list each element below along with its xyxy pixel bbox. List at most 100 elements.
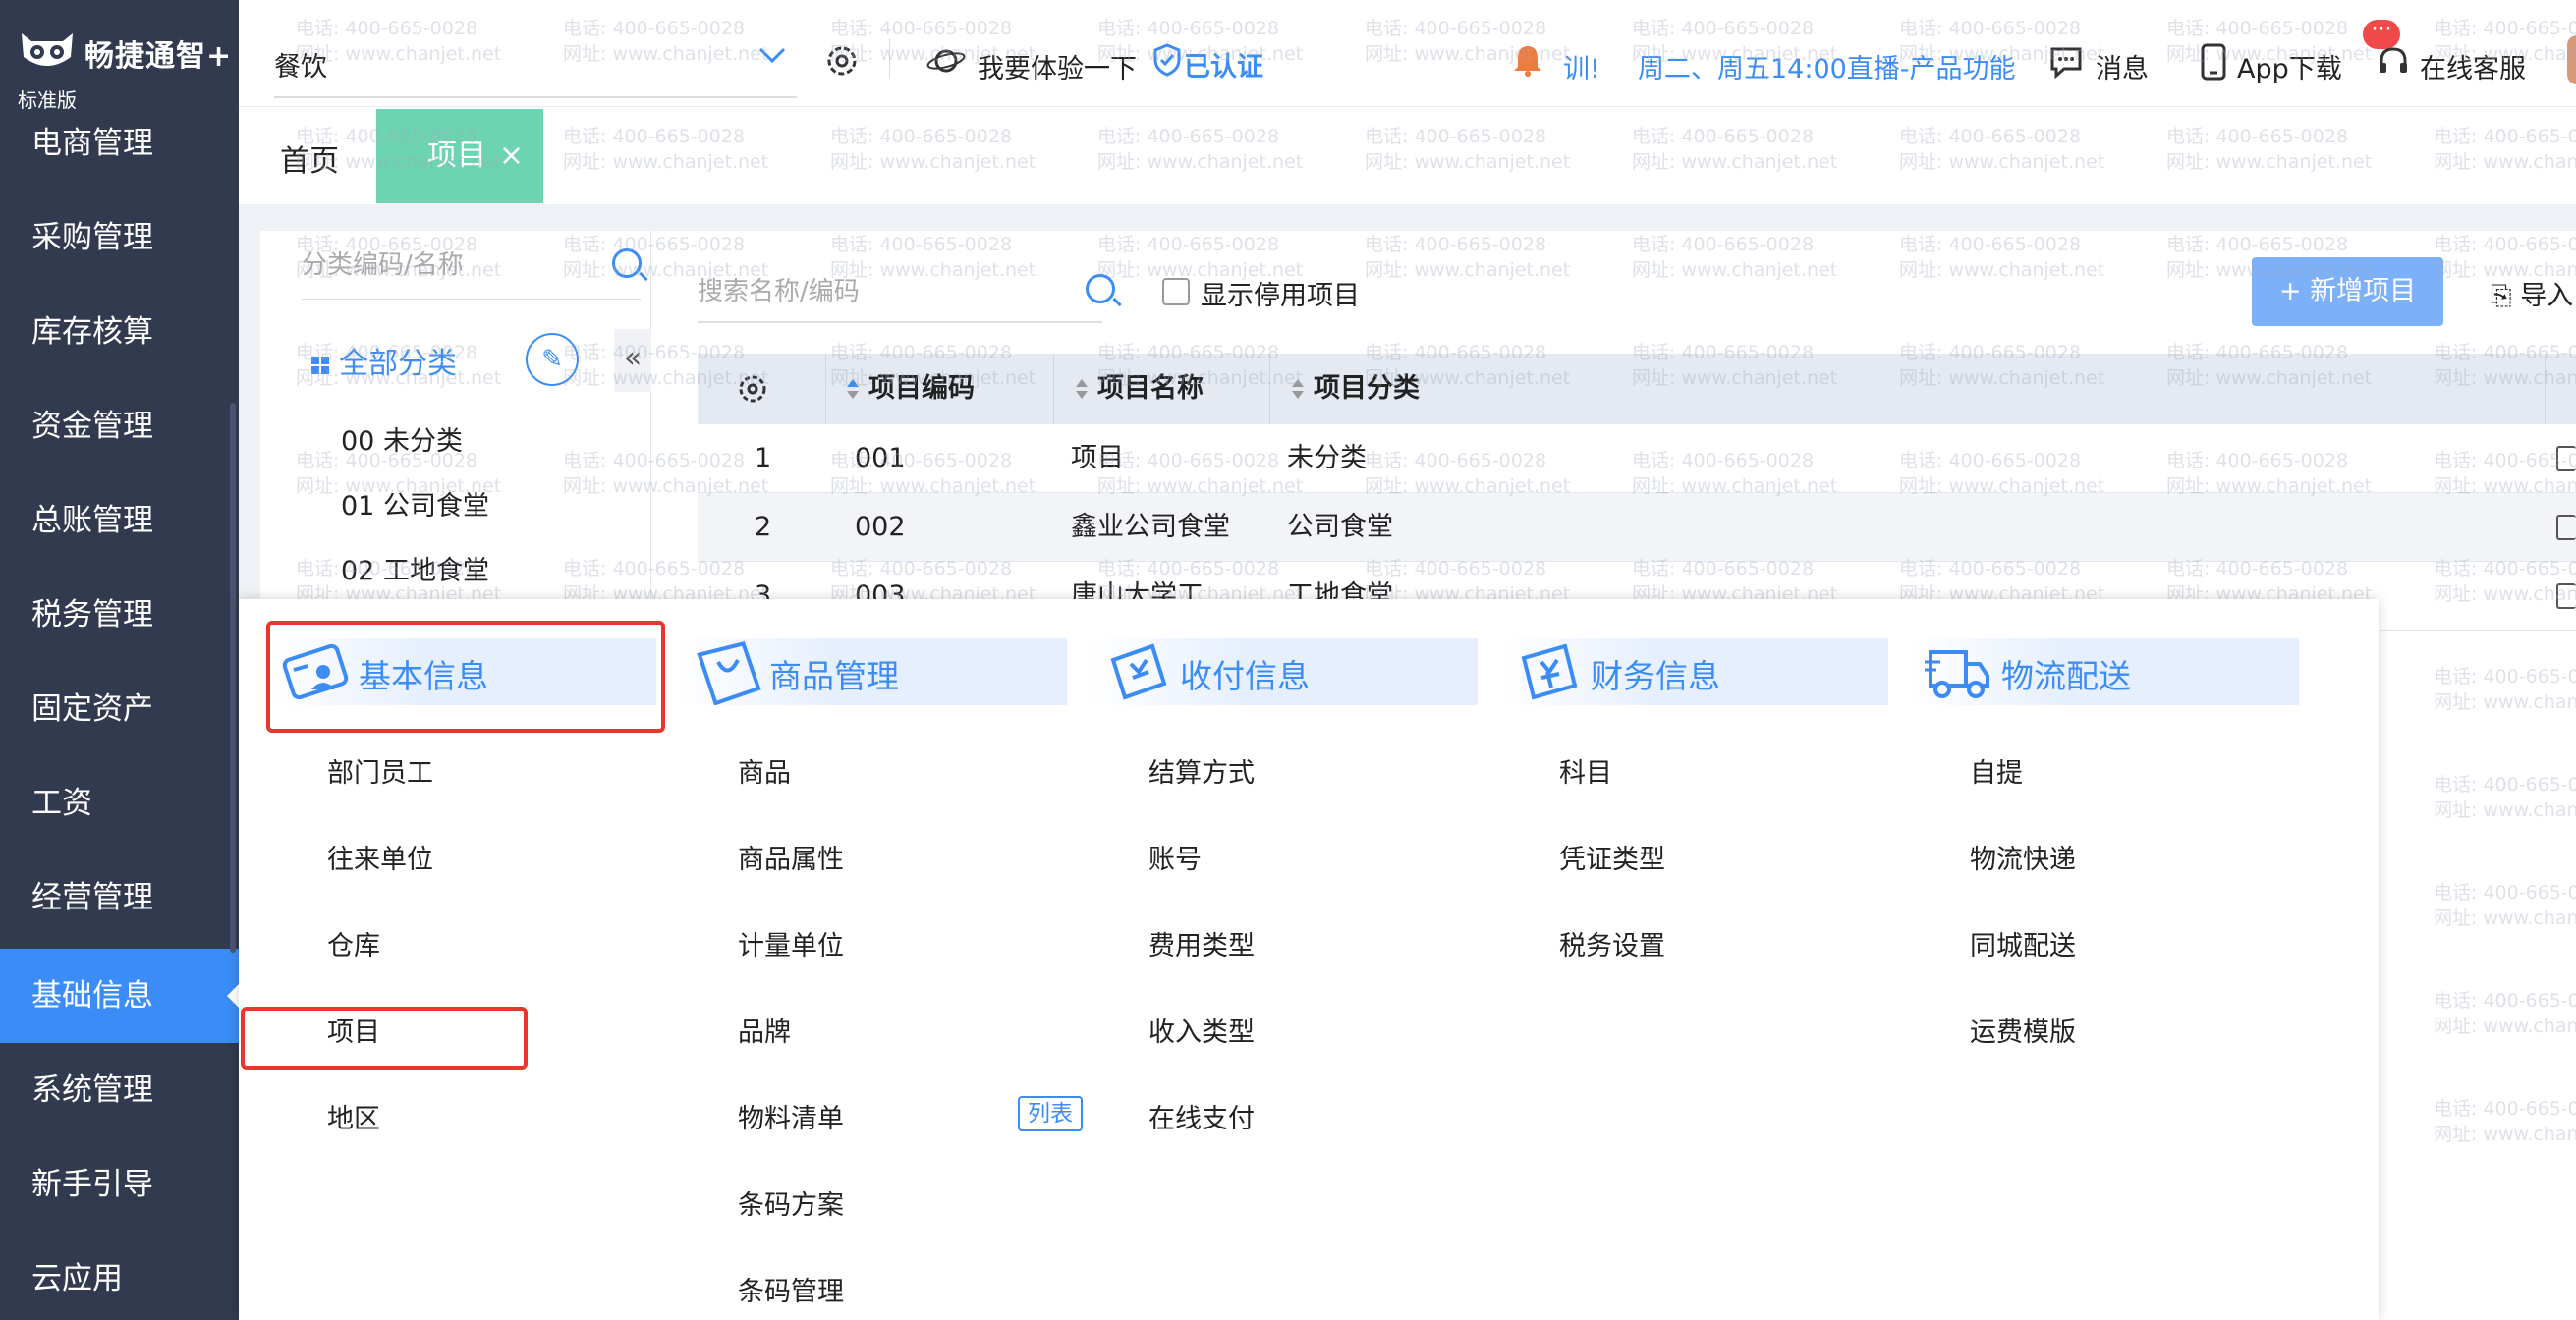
- sidebar-scrollbar[interactable]: [230, 403, 236, 953]
- gear-icon[interactable]: [824, 43, 860, 79]
- table-row[interactable]: 1 001 项目 未分类: [698, 424, 2576, 493]
- menu-item-product-attributes[interactable]: 商品属性: [738, 838, 844, 876]
- sidebar-item-basic-info[interactable]: 基础信息: [0, 949, 239, 1043]
- category-item[interactable]: 02 工地食堂: [341, 549, 489, 587]
- tab-project[interactable]: 项目 ×: [376, 109, 543, 203]
- category-item[interactable]: 01 公司食堂: [341, 484, 489, 522]
- row-number: 1: [755, 443, 772, 473]
- category-item[interactable]: 00 未分类: [341, 419, 463, 458]
- search-icon[interactable]: [612, 248, 642, 278]
- category-search-input[interactable]: 分类编码/名称: [302, 231, 641, 300]
- top-bar: 餐饮 我要体验一下 已认证 训! 周二、周五14:00直播-产品功能 消息 ··…: [239, 0, 2576, 106]
- experience-link[interactable]: 我要体验一下: [978, 47, 1137, 85]
- import-label: 导入: [2520, 281, 2574, 311]
- app-download-link[interactable]: App下载: [2237, 47, 2342, 85]
- column-divider: [2545, 354, 2546, 424]
- sidebar-item-fixed-assets[interactable]: 固定资产: [0, 662, 239, 756]
- tab-home[interactable]: 首页: [280, 137, 339, 180]
- menu-item-brand[interactable]: 品牌: [738, 1011, 791, 1049]
- project-name: 项目: [1071, 443, 1124, 473]
- project-category: 未分类: [1287, 443, 1367, 473]
- column-header-code[interactable]: 项目编码: [847, 354, 975, 424]
- divider: [889, 39, 890, 79]
- sidebar-item-ecommerce[interactable]: 电商管理: [0, 96, 239, 191]
- sidebar-item-ledger[interactable]: 总账管理: [0, 473, 239, 568]
- menu-item-self-pickup[interactable]: 自提: [1970, 751, 2023, 790]
- menu-item-units[interactable]: 计量单位: [738, 924, 844, 962]
- highlight-project: [241, 1007, 528, 1070]
- menu-item-same-city[interactable]: 同城配送: [1970, 924, 2076, 962]
- menu-item-subjects[interactable]: 科目: [1559, 751, 1612, 790]
- add-project-button[interactable]: + 新增项目: [2252, 257, 2443, 326]
- all-categories[interactable]: 全部分类: [311, 339, 457, 382]
- sidebar-item-cloud-apps[interactable]: 云应用: [0, 1232, 239, 1320]
- menu-item-warehouse[interactable]: 仓库: [327, 924, 380, 962]
- sort-icon[interactable]: [1292, 378, 1304, 401]
- ticket-icon: [1110, 643, 1167, 700]
- sidebar-item-purchase[interactable]: 采购管理: [0, 191, 239, 285]
- show-disabled-checkbox[interactable]: [1162, 278, 1190, 305]
- sidebar-item-system[interactable]: 系统管理: [0, 1043, 239, 1137]
- search-icon[interactable]: [1086, 274, 1115, 303]
- live-stream-link[interactable]: 周二、周五14:00直播-产品功能: [1638, 47, 2016, 85]
- finance-voucher-icon: [1521, 643, 1578, 700]
- sidebar-item-guide[interactable]: 新手引导: [0, 1137, 239, 1232]
- phone-icon[interactable]: [2200, 43, 2227, 81]
- column-header-name[interactable]: 项目名称: [1076, 354, 1204, 424]
- sidebar-item-tax[interactable]: 税务管理: [0, 568, 239, 662]
- sidebar-item-inventory[interactable]: 库存核算: [0, 285, 239, 379]
- gear-icon[interactable]: [737, 373, 768, 405]
- project-category: 公司食堂: [1287, 512, 1393, 542]
- menu-item-tax-settings[interactable]: 税务设置: [1559, 924, 1665, 962]
- row-checkbox[interactable]: [2556, 515, 2576, 540]
- chevron-down-icon[interactable]: [757, 45, 787, 65]
- menu-item-products[interactable]: 商品: [738, 751, 791, 790]
- sidebar: 畅捷通智+ 标准版 电商管理 采购管理 库存核算 资金管理 总账管理 税务管理 …: [0, 0, 239, 1320]
- sort-icon[interactable]: [1076, 378, 1088, 401]
- row-checkbox[interactable]: [2556, 446, 2576, 471]
- menu-section-finance: 财务信息: [1500, 638, 1888, 705]
- column-divider: [825, 354, 826, 424]
- tab-bar: 首页 项目 ×: [239, 106, 2576, 204]
- row-checkbox[interactable]: [2556, 583, 2576, 609]
- app-name: 畅捷通智+: [84, 39, 233, 74]
- training-label[interactable]: 训!: [1563, 47, 1600, 85]
- messages-link[interactable]: 消息: [2096, 47, 2149, 85]
- sort-icon[interactable]: [847, 378, 859, 401]
- message-icon[interactable]: [2048, 45, 2084, 79]
- shopping-bag-icon: [697, 641, 761, 705]
- menu-item-expense-types[interactable]: 费用类型: [1148, 924, 1255, 962]
- sidebar-item-payroll[interactable]: 工资: [0, 756, 239, 851]
- menu-item-barcode-management[interactable]: 条码管理: [738, 1270, 844, 1308]
- menu-item-income-types[interactable]: 收入类型: [1148, 1011, 1255, 1049]
- close-icon[interactable]: ×: [499, 109, 524, 203]
- menu-item-accounts[interactable]: 账号: [1148, 838, 1202, 876]
- table-row[interactable]: 2 002 鑫业公司食堂 公司食堂: [698, 493, 2576, 562]
- menu-item-region[interactable]: 地区: [327, 1097, 380, 1135]
- collapse-button[interactable]: «: [614, 329, 651, 392]
- industry-select[interactable]: 餐饮: [274, 45, 327, 83]
- online-service-link[interactable]: 在线客服: [2420, 47, 2526, 85]
- menu-item-partners[interactable]: 往来单位: [327, 838, 433, 876]
- import-button[interactable]: ⎘ 导入: [2491, 274, 2573, 312]
- menu-section-title: 商品管理: [769, 657, 899, 695]
- column-header-category[interactable]: 项目分类: [1292, 354, 1420, 424]
- project-search-input[interactable]: 搜索名称/编码: [698, 260, 1102, 323]
- menu-item-freight-template[interactable]: 运费模版: [1970, 1011, 2076, 1049]
- menu-item-voucher-types[interactable]: 凭证类型: [1559, 838, 1665, 876]
- menu-item-settlement[interactable]: 结算方式: [1148, 751, 1255, 790]
- column-label: 项目分类: [1314, 373, 1420, 404]
- menu-item-barcode-scheme[interactable]: 条码方案: [738, 1183, 844, 1222]
- menu-item-express[interactable]: 物流快递: [1970, 838, 2076, 876]
- list-tag[interactable]: 列表: [1018, 1096, 1083, 1131]
- menu-item-online-payment[interactable]: 在线支付: [1148, 1097, 1255, 1135]
- menu-item-bom[interactable]: 物料清单: [738, 1097, 844, 1135]
- row-number: 2: [755, 512, 772, 542]
- avatar[interactable]: [2567, 35, 2576, 84]
- headset-icon[interactable]: [2377, 45, 2410, 79]
- sidebar-item-funds[interactable]: 资金管理: [0, 379, 239, 473]
- show-disabled-label: 显示停用项目: [1201, 281, 1360, 311]
- sidebar-item-operations[interactable]: 经营管理: [0, 851, 239, 945]
- menu-item-departments[interactable]: 部门员工: [327, 751, 433, 790]
- edit-icon[interactable]: ✎: [526, 333, 579, 386]
